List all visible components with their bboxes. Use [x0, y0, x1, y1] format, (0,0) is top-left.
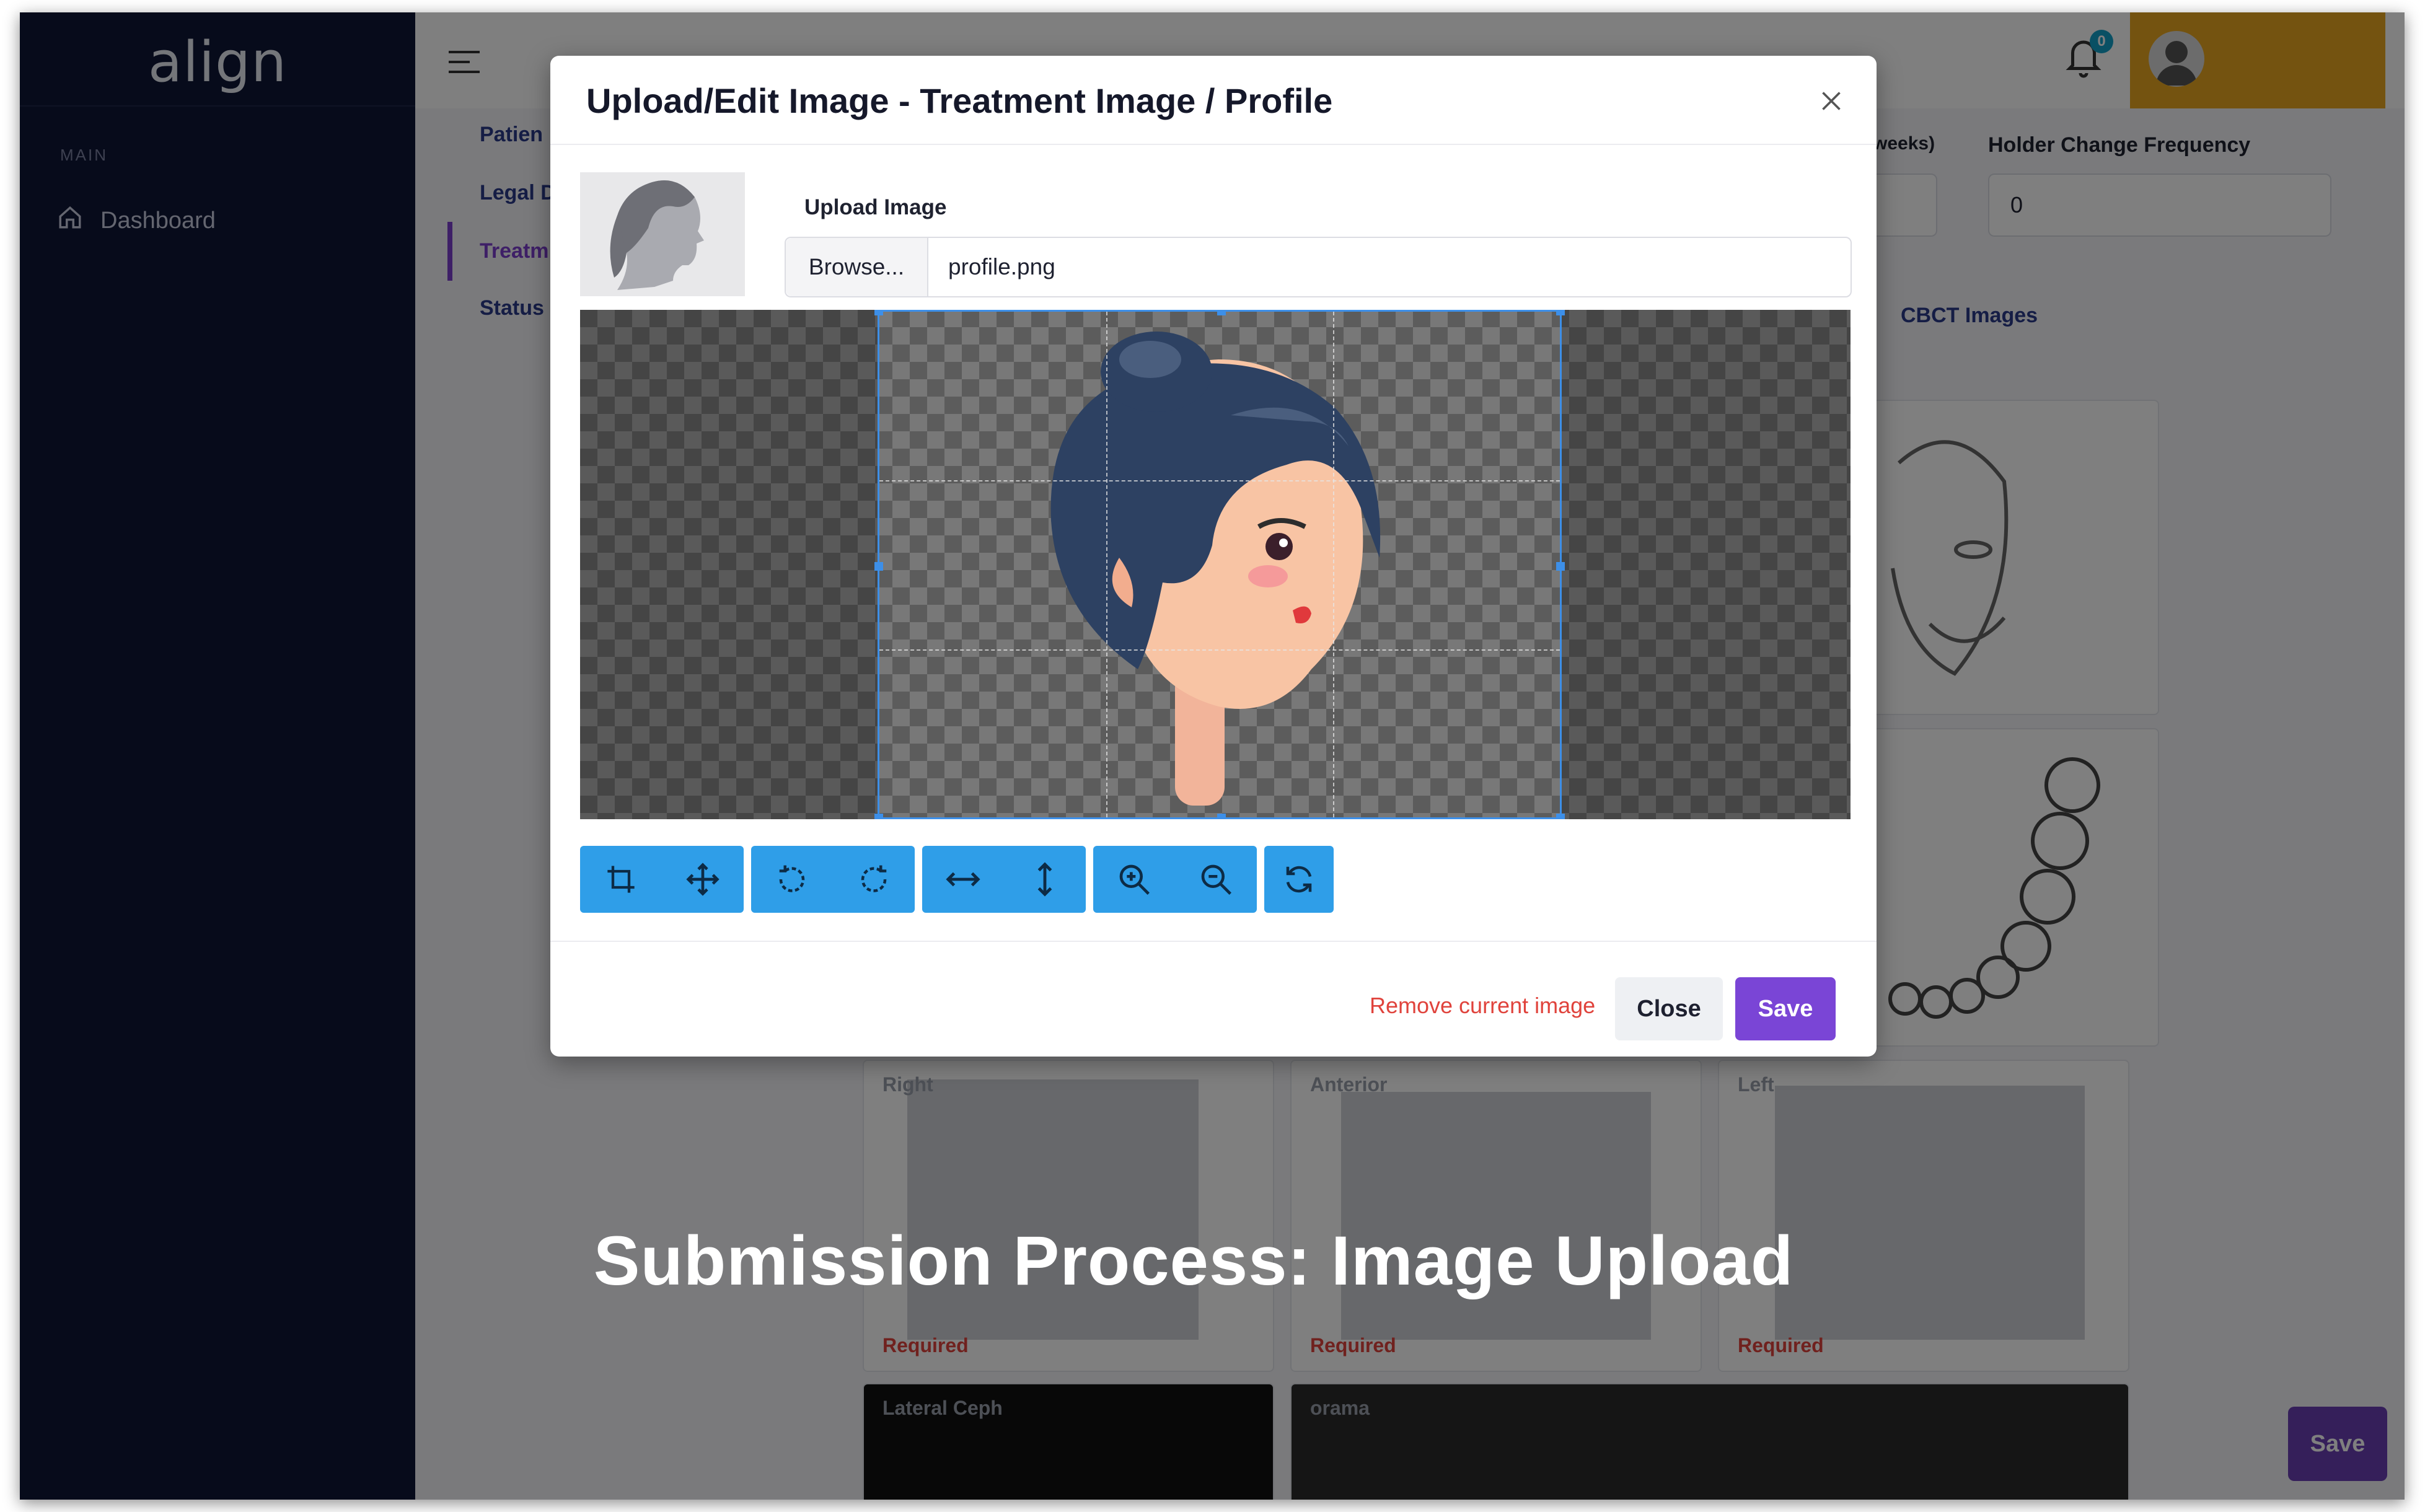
move-icon[interactable]: [662, 846, 744, 913]
modal-footer-divider: [550, 941, 1877, 942]
toolbar-group-rotate: [751, 846, 915, 913]
reset-icon[interactable]: [1264, 846, 1334, 913]
upload-edit-image-modal: Upload/Edit Image - Treatment Image / Pr…: [550, 56, 1877, 1057]
modal-title: Upload/Edit Image - Treatment Image / Pr…: [586, 81, 1333, 120]
toolbar-group-zoom: [1093, 846, 1257, 913]
browse-button[interactable]: Browse...: [786, 238, 928, 296]
rotate-right-icon[interactable]: [833, 846, 915, 913]
upload-image-label: Upload Image: [804, 195, 947, 219]
crop-mask-left: [580, 310, 878, 819]
file-input[interactable]: Browse... profile.png: [785, 237, 1852, 297]
crop-guide: [1106, 312, 1107, 817]
zoom-in-icon[interactable]: [1093, 846, 1175, 913]
file-name: profile.png: [948, 254, 1055, 279]
crop-guide: [879, 480, 1560, 481]
image-toolbar: [580, 846, 1334, 913]
flip-horizontal-icon[interactable]: [922, 846, 1004, 913]
crop-handle-w[interactable]: [874, 562, 883, 571]
crop-handle-sw[interactable]: [874, 814, 883, 819]
save-button[interactable]: Save: [1735, 977, 1836, 1040]
crop-mask-right: [1562, 310, 1851, 819]
image-crop-area[interactable]: [580, 310, 1851, 819]
crop-guide: [1333, 312, 1334, 817]
remove-current-image-link[interactable]: Remove current image: [1370, 993, 1595, 1019]
crop-guide: [879, 649, 1560, 651]
flip-vertical-icon[interactable]: [1004, 846, 1086, 913]
crop-handle-nw[interactable]: [874, 310, 883, 315]
toolbar-group-mode: [580, 846, 744, 913]
crop-handle-s[interactable]: [1217, 814, 1226, 819]
zoom-out-icon[interactable]: [1175, 846, 1257, 913]
modal-header: Upload/Edit Image - Treatment Image / Pr…: [550, 56, 1877, 145]
profile-thumbnail: [580, 172, 745, 296]
crop-handle-n[interactable]: [1217, 310, 1226, 315]
toolbar-group-reset: [1264, 846, 1334, 913]
close-icon[interactable]: [1815, 84, 1848, 118]
crop-handle-ne[interactable]: [1556, 310, 1565, 315]
close-button[interactable]: Close: [1615, 977, 1723, 1040]
crop-icon[interactable]: [580, 846, 662, 913]
rotate-left-icon[interactable]: [751, 846, 833, 913]
crop-handle-e[interactable]: [1556, 562, 1565, 571]
app-window: align MAIN Dashboard 0 Patien Legal D Tr…: [20, 12, 2405, 1500]
toolbar-group-flip: [922, 846, 1086, 913]
crop-handle-se[interactable]: [1556, 814, 1565, 819]
crop-box[interactable]: [874, 310, 1565, 819]
video-caption: Submission Process: Image Upload: [593, 1222, 1794, 1299]
